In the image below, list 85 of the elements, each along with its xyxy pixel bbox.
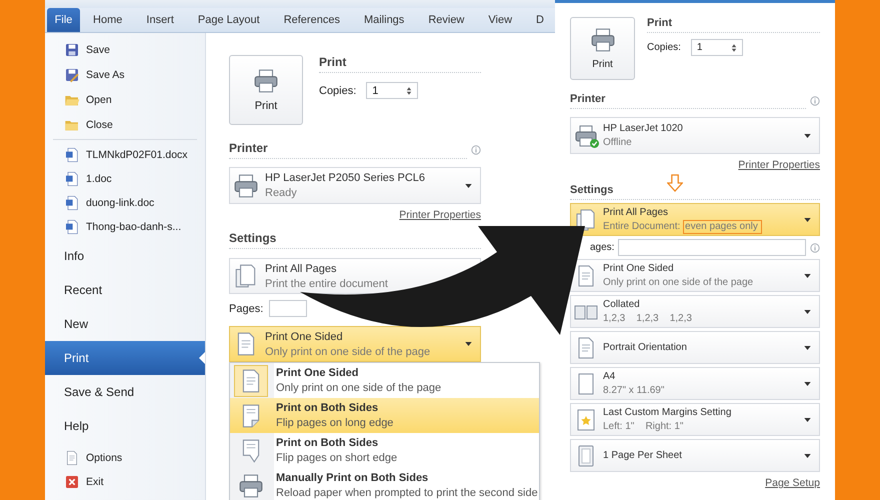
- ribbon-tab[interactable]: Review: [417, 8, 476, 32]
- recent-file[interactable]: 1.doc: [45, 167, 205, 191]
- caret-icon: [804, 134, 811, 138]
- settings-dropdown[interactable]: Collated 1,2,3 1,2,3 1,2,3: [570, 295, 820, 328]
- nav-tab[interactable]: New: [45, 307, 205, 341]
- ribbon-tab[interactable]: Mailings: [352, 8, 416, 32]
- copies-label: Copies:: [319, 84, 356, 96]
- menu-item[interactable]: Options: [45, 446, 205, 470]
- menu-item[interactable]: Save As: [45, 62, 205, 87]
- printer-properties-link[interactable]: Printer Properties: [399, 209, 481, 221]
- spin-arrows-icon: [730, 42, 737, 52]
- caret-icon: [804, 454, 811, 458]
- page-icon: [64, 450, 80, 466]
- menu-item[interactable]: Open: [45, 87, 205, 112]
- document-icon: [64, 219, 80, 235]
- caret-icon: [465, 184, 472, 188]
- info-icon: [471, 145, 481, 155]
- menu-option[interactable]: Manually Print on Both Sides Reload paper when prompted to print the second side: [230, 468, 539, 500]
- print-button[interactable]: Print: [229, 55, 303, 125]
- section-heading: Printer: [229, 141, 467, 159]
- ribbon-tab[interactable]: References: [272, 8, 351, 32]
- print-button[interactable]: Print: [570, 17, 635, 80]
- settings-dropdown[interactable]: Print One Sided Only print on one side of the page: [570, 259, 820, 292]
- menu-item[interactable]: Exit: [45, 470, 205, 494]
- menu-item[interactable]: Close: [45, 112, 205, 137]
- menu-option[interactable]: Print One Sided Only print on one side of the page: [230, 363, 539, 398]
- annotation-arrow: [667, 174, 683, 192]
- menu-option[interactable]: Print on Both Sides Flip pages on short edge: [230, 433, 539, 468]
- document-icon: [64, 195, 80, 211]
- printer-dropdown[interactable]: HP LaserJet 1020 Offline: [570, 117, 820, 154]
- settings-dropdown[interactable]: Last Custom Margins Setting Left: 1" Right: 1": [570, 403, 820, 436]
- document-icon: [64, 147, 80, 163]
- close-icon: [64, 474, 80, 490]
- ribbon-tab[interactable]: Insert: [135, 8, 185, 32]
- ribbon-tab[interactable]: File: [47, 8, 80, 32]
- printer-properties-link[interactable]: Printer Properties: [738, 159, 820, 171]
- section-heading: Settings: [570, 184, 820, 200]
- settings-dropdown[interactable]: Portrait Orientation: [570, 331, 820, 364]
- settings-dropdown[interactable]: Print One Sided Only print on one side of the page: [229, 326, 481, 362]
- info-icon: [810, 96, 820, 106]
- copies-field[interactable]: 1: [690, 39, 743, 56]
- pages-label: Pages:: [229, 302, 264, 314]
- caret-icon: [804, 218, 811, 222]
- ribbon-tab[interactable]: D: [525, 8, 555, 32]
- caret-icon: [804, 418, 811, 422]
- nav-tab[interactable]: Save & Send: [45, 375, 205, 409]
- pages-field[interactable]: [618, 239, 806, 256]
- printer-icon: [253, 68, 279, 94]
- settings-dropdown[interactable]: 1 Page Per Sheet: [570, 439, 820, 472]
- menu-option[interactable]: Print on Both Sides Flip pages on long edge: [230, 398, 539, 433]
- section-heading: Settings: [229, 231, 481, 249]
- caret-icon: [804, 346, 811, 350]
- check-badge-icon: [590, 138, 599, 148]
- ribbon-tab[interactable]: View: [477, 8, 524, 32]
- ribbon-tab[interactable]: Page Layout: [186, 8, 271, 32]
- recent-file[interactable]: Thong-bao-danh-s...: [45, 215, 205, 239]
- document-icon: [64, 171, 80, 187]
- caret-icon: [804, 274, 811, 278]
- spin-arrows-icon: [406, 86, 412, 96]
- ribbon-tab[interactable]: Home: [82, 8, 134, 32]
- caret-icon: [465, 342, 472, 346]
- recent-file[interactable]: TLMNkdP02F01.docx: [45, 143, 205, 167]
- section-heading: Printer: [570, 93, 806, 109]
- settings-dropdown[interactable]: Print All Pages Entire Document: even pages only: [570, 203, 820, 236]
- nav-tab[interactable]: Info: [45, 239, 205, 273]
- copies-label: Copies:: [647, 42, 681, 53]
- pages-field[interactable]: [269, 300, 308, 317]
- printer-dropdown[interactable]: HP LaserJet P2050 Series PCL6 Ready: [229, 167, 481, 204]
- section-heading: Print: [647, 17, 820, 33]
- recent-file[interactable]: duong-link.doc: [45, 191, 205, 215]
- caret-icon: [804, 382, 811, 386]
- caret-icon: [804, 310, 811, 314]
- nav-tab[interactable]: Help: [45, 409, 205, 443]
- menu-item[interactable]: Save: [45, 37, 205, 62]
- pages-label: ages:: [590, 242, 614, 253]
- nav-tab[interactable]: Print: [45, 341, 205, 375]
- nav-tab[interactable]: Recent: [45, 273, 205, 307]
- copies-field[interactable]: 1: [366, 82, 418, 99]
- info-icon: [810, 242, 820, 252]
- settings-dropdown[interactable]: A4 8.27" x 11.69": [570, 367, 820, 400]
- page-setup-link[interactable]: Page Setup: [765, 477, 820, 489]
- section-heading: Print: [319, 55, 481, 73]
- boxed-annotation: even pages only: [683, 220, 762, 234]
- printer-icon: [238, 472, 264, 498]
- printer-icon: [590, 27, 616, 53]
